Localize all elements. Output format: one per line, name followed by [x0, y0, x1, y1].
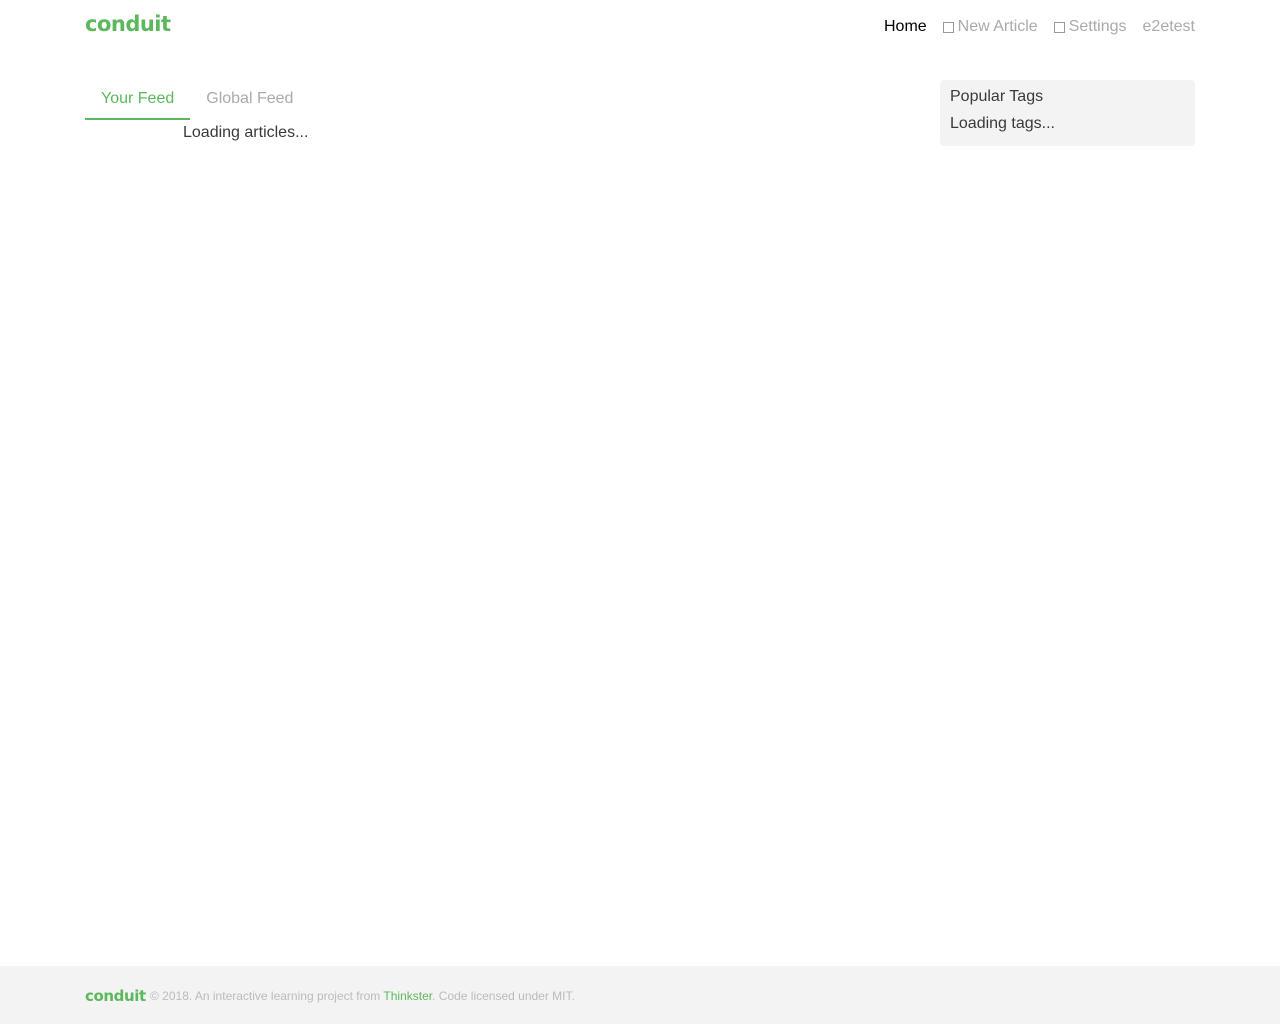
nav-settings-link[interactable]: Settings	[1053, 18, 1127, 36]
nav-home-link[interactable]: Home	[884, 18, 927, 36]
nav-new-article-link[interactable]: New Article	[942, 18, 1038, 36]
brand-logo[interactable]: conduit	[85, 12, 171, 36]
nav-profile-link[interactable]: e2etest	[1143, 18, 1195, 36]
nav-settings-label: Settings	[1068, 18, 1127, 35]
popular-tags-sidebar: Popular Tags Loading tags...	[940, 80, 1195, 146]
nav-links: Home New Article Settings e2etest	[884, 18, 1195, 36]
footer: conduit © 2018. An interactive learning …	[0, 966, 1280, 1024]
footer-brand-logo[interactable]: conduit	[85, 987, 146, 1005]
nav-profile-label: e2etest	[1142, 18, 1195, 35]
sidebar-title: Popular Tags	[950, 88, 1044, 105]
nav-home-label: Home	[883, 18, 927, 35]
footer-text-prefix: © 2018. An interactive learning project …	[150, 989, 384, 1003]
tab-global-feed[interactable]: Global Feed	[190, 80, 309, 120]
tags-loading-text: Loading tags...	[950, 115, 1055, 132]
page: conduit Home New Article Settings e2etes…	[0, 0, 1280, 1024]
footer-text-suffix: . Code licensed under MIT.	[432, 989, 575, 1003]
compose-icon	[942, 21, 954, 33]
footer-attribution: © 2018. An interactive learning project …	[150, 989, 575, 1003]
navbar: conduit Home New Article Settings e2etes…	[0, 0, 1280, 56]
gear-icon	[1053, 21, 1065, 33]
thinkster-link[interactable]: Thinkster	[383, 989, 432, 1003]
nav-new-article-label: New Article	[957, 18, 1038, 35]
articles-loading-text: Loading articles...	[183, 124, 309, 141]
feed-toggle: Your Feed Global Feed	[85, 80, 309, 120]
tab-your-feed[interactable]: Your Feed	[85, 80, 191, 120]
